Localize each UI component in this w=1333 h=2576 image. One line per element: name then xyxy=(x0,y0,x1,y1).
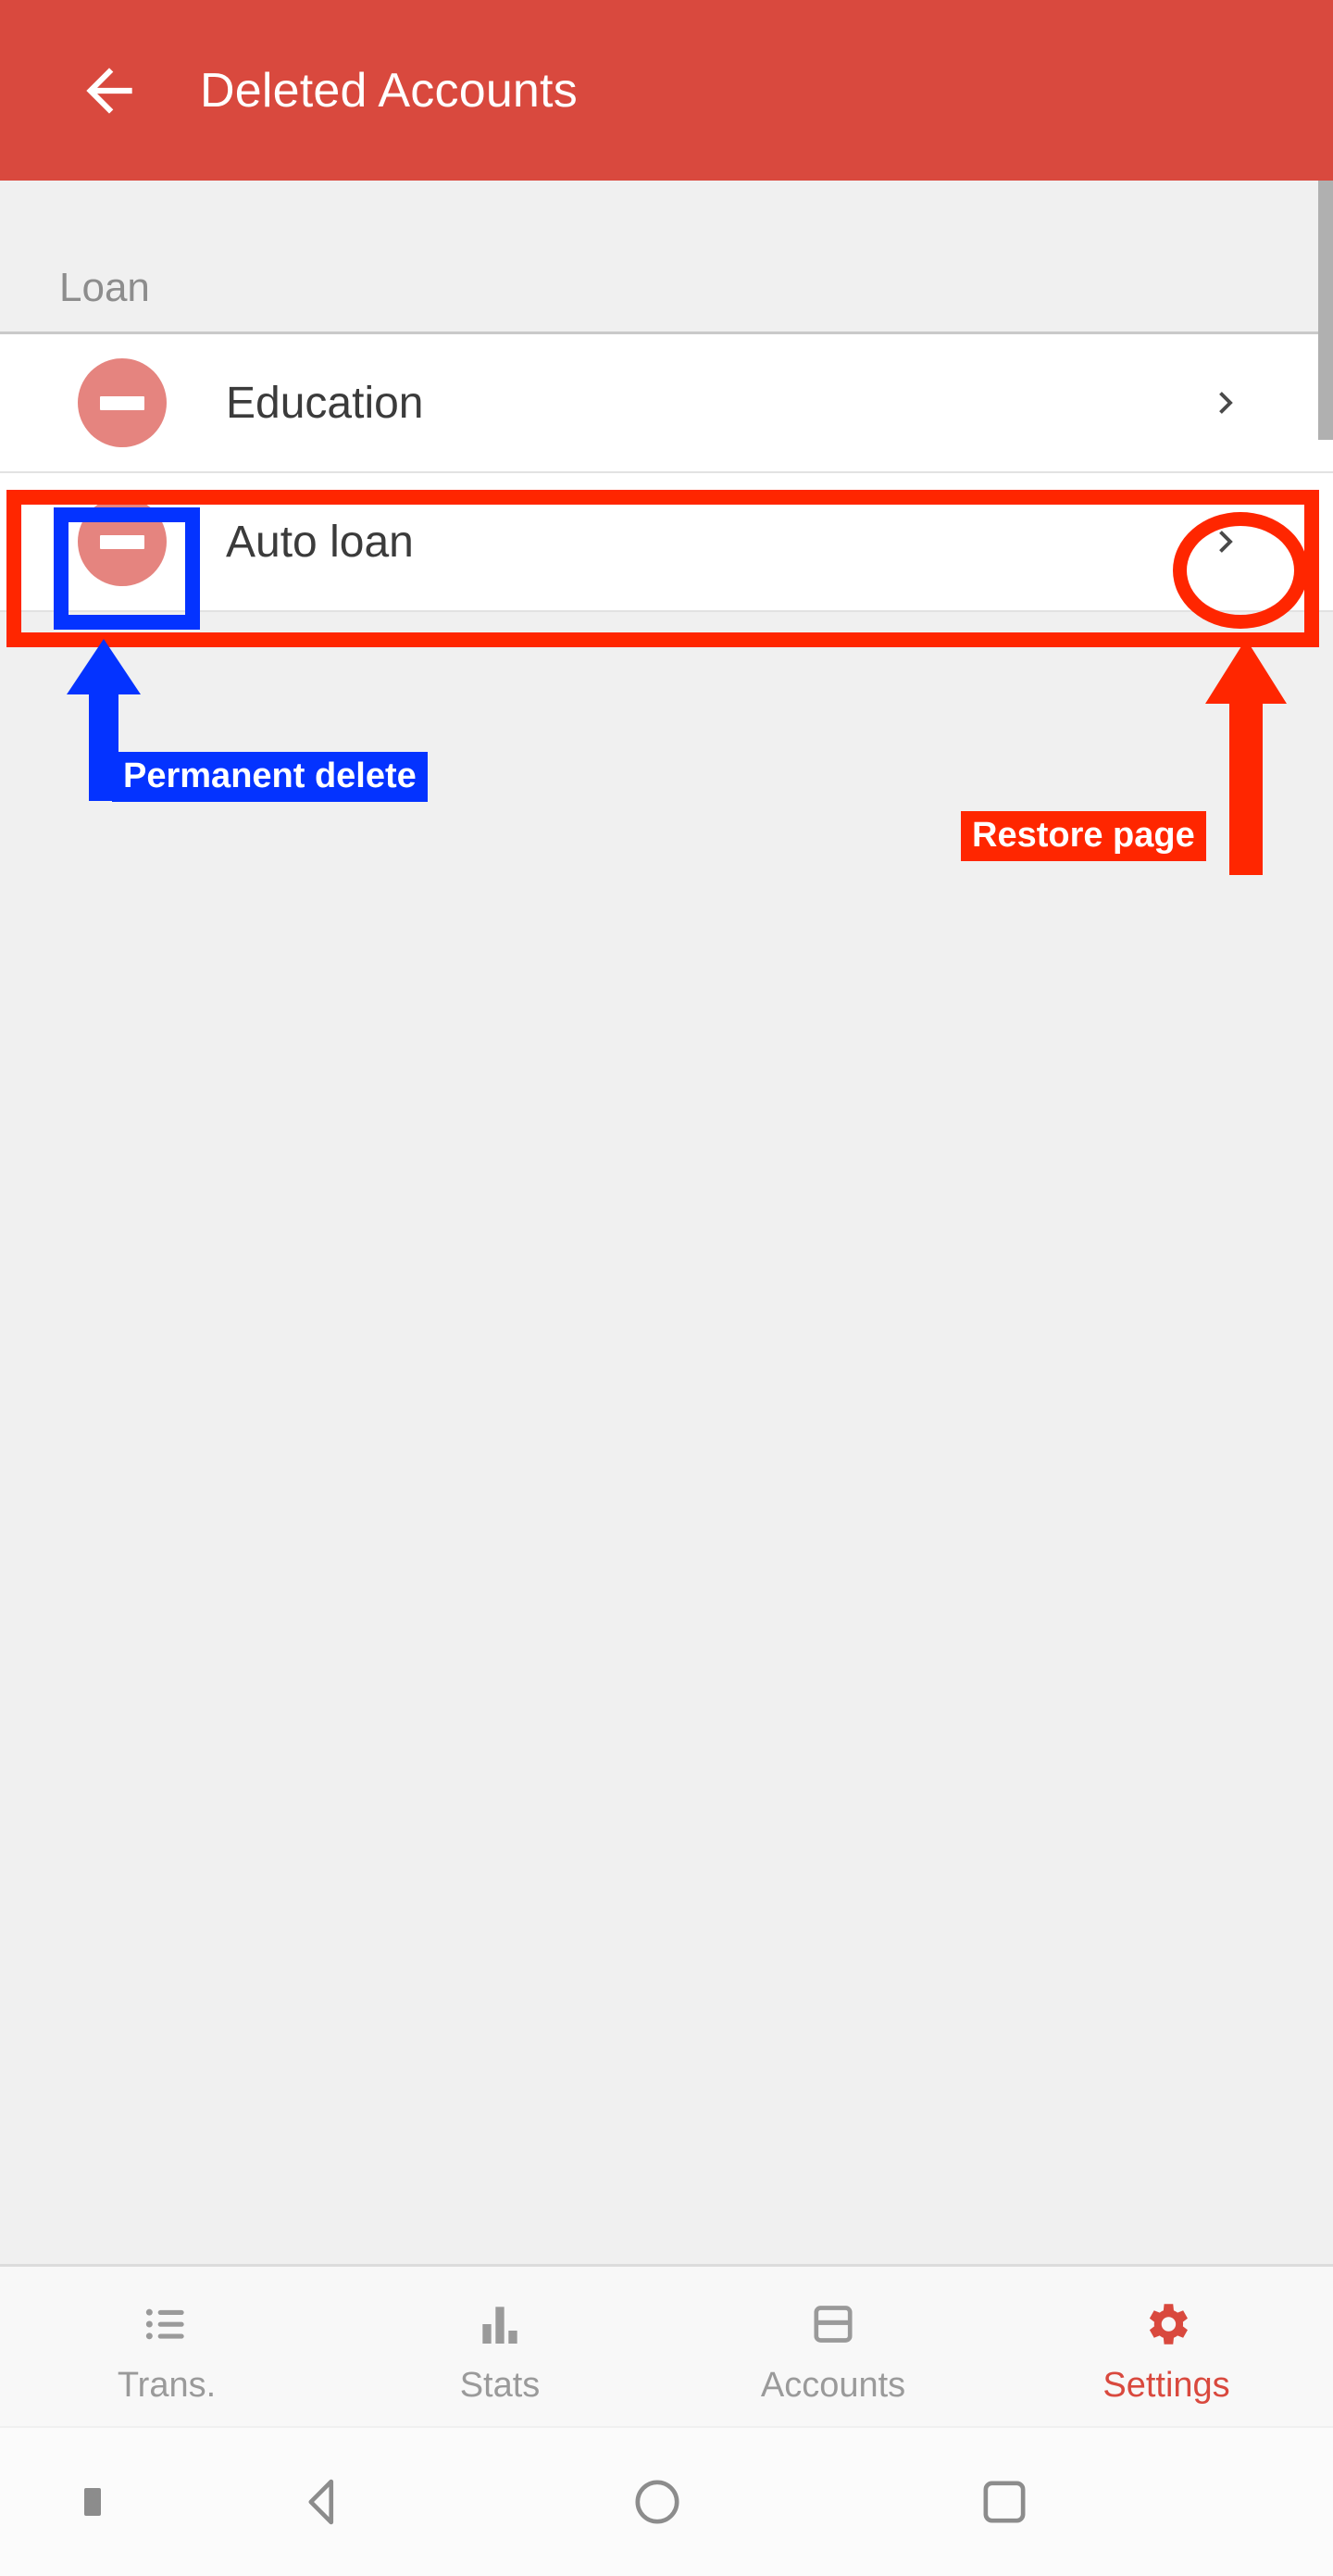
list-item-label: Education xyxy=(226,378,424,428)
minus-bar xyxy=(100,395,144,410)
minus-bar xyxy=(100,534,144,549)
tab-label: Settings xyxy=(1103,2366,1230,2405)
android-back-icon[interactable] xyxy=(273,2428,375,2576)
tab-label: Stats xyxy=(459,2366,541,2405)
tab-settings[interactable]: Settings xyxy=(1000,2267,1333,2429)
list-icon xyxy=(141,2295,193,2353)
tab-stats[interactable]: Stats xyxy=(333,2267,666,2429)
app-bar: Deleted Accounts xyxy=(0,0,1333,181)
section-header-loan: Loan xyxy=(0,181,1333,334)
chevron-right-icon[interactable] xyxy=(1205,381,1248,424)
android-home-icon[interactable] xyxy=(606,2428,708,2576)
tab-accounts[interactable]: Accounts xyxy=(666,2267,1000,2429)
deleted-accounts-list: Education Auto loan xyxy=(0,334,1333,612)
credit-card-icon xyxy=(807,2295,859,2353)
tab-trans[interactable]: Trans. xyxy=(0,2267,333,2429)
chevron-right-icon[interactable] xyxy=(1205,520,1248,563)
tab-label: Accounts xyxy=(760,2366,906,2405)
list-item-auto-loan[interactable]: Auto loan xyxy=(0,473,1333,612)
vertical-scrollbar[interactable] xyxy=(1318,181,1333,2264)
page-title: Deleted Accounts xyxy=(200,63,578,118)
section-header-label: Loan xyxy=(59,265,150,310)
bottom-navigation-bar: Trans. Stats Accounts Settings xyxy=(0,2264,1333,2429)
empty-area xyxy=(0,612,1333,2136)
minus-circle-icon[interactable] xyxy=(78,358,167,447)
list-item-education[interactable]: Education xyxy=(0,334,1333,473)
scroll-content[interactable]: Loan Education Auto loan xyxy=(0,181,1333,2264)
gear-icon xyxy=(1140,2295,1193,2353)
bar-chart-icon xyxy=(474,2295,526,2353)
dot-indicator-icon xyxy=(56,2428,130,2576)
back-button[interactable] xyxy=(54,35,165,146)
scrollbar-thumb[interactable] xyxy=(1318,181,1333,440)
arrow-left-icon xyxy=(75,56,143,125)
list-item-label: Auto loan xyxy=(226,517,414,567)
tab-label: Trans. xyxy=(117,2366,217,2405)
android-system-navigation-bar xyxy=(0,2426,1333,2576)
minus-circle-icon[interactable] xyxy=(78,497,167,586)
android-recents-icon[interactable] xyxy=(953,2428,1055,2576)
